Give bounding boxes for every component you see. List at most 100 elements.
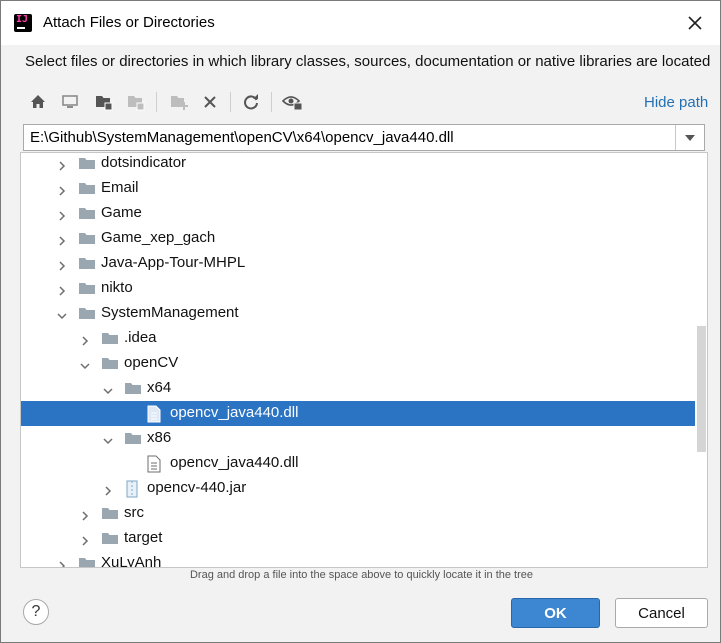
home-icon [31,95,45,108]
tree-item-label: target [124,529,163,546]
tree-item-label: opencv_java440.dll [170,404,299,421]
help-button[interactable]: ? [23,599,49,625]
tree-row[interactable]: openCV [21,351,695,376]
tree-item-label: .idea [124,329,157,346]
toolbar [19,86,711,120]
tree-item-label: x64 [147,379,172,396]
hide-path-link[interactable]: Hide path [644,94,708,111]
folder-icon [78,305,96,326]
cancel-button[interactable]: Cancel [615,598,708,628]
chevron-right-icon[interactable] [57,258,67,271]
show-hidden-button[interactable] [280,86,306,118]
folder-icon [124,430,142,451]
module-folder-button[interactable] [123,86,149,118]
folder-icon [78,255,96,276]
project-folder-button[interactable] [91,86,117,118]
delete-icon [204,96,216,108]
tree-row[interactable]: Java-App-Tour-MHPL [21,251,695,276]
tree-item-label: XuLyAnh [101,554,162,568]
toolbar-separator [271,92,272,112]
chevron-down-icon[interactable] [57,308,67,320]
tree-item-label: nikto [101,279,133,296]
tree-item-label: Game_xep_gach [101,229,216,246]
tree-row[interactable]: Game [21,201,695,226]
path-combobox[interactable] [23,124,705,151]
chevron-down-icon [685,134,695,141]
tree-item-label: opencv_java440.dll [170,454,299,471]
tree-row-file[interactable]: opencv_java440.dll [21,401,695,426]
chevron-right-icon[interactable] [80,533,90,546]
tree-row[interactable]: opencv-440.jar [21,476,695,501]
home-button[interactable] [25,86,51,118]
chevron-down-icon[interactable] [103,383,113,395]
tree-item-label: SystemManagement [101,304,239,321]
folder-icon [101,330,119,351]
chevron-right-icon[interactable] [57,183,67,196]
folder-icon [78,205,96,226]
tree-item-label: src [124,504,144,521]
desktop-icon [62,95,78,108]
tree-row[interactable]: XuLyAnh [21,551,695,568]
close-button[interactable] [684,12,706,34]
new-folder-icon [171,96,188,110]
file-tree[interactable]: XuLyAnh target src opencv-440.jar opencv_jav… [20,152,708,568]
tree-row[interactable]: x86 [21,426,695,451]
path-input[interactable] [30,127,670,147]
tree-item-label: Game [101,204,142,221]
delete-button[interactable] [197,86,223,118]
folder-icon [78,155,96,176]
tree-row[interactable]: Game_xep_gach [21,226,695,251]
folder-icon [101,505,119,526]
chevron-right-icon[interactable] [80,508,90,521]
folder-icon [78,280,96,301]
drag-drop-hint: Drag and drop a file into the space abov… [189,569,534,581]
chevron-down-icon[interactable] [80,358,90,370]
chevron-right-icon[interactable] [57,158,67,171]
tree-row[interactable]: src [21,501,695,526]
path-dropdown-button[interactable] [675,125,704,150]
chevron-right-icon[interactable] [57,233,67,246]
tree-row[interactable]: nikto [21,276,695,301]
chevron-right-icon[interactable] [57,208,67,221]
tree-item-label: Java-App-Tour-MHPL [101,254,246,271]
attach-files-dialog: IJ Attach Files or Directories Select fi… [0,0,721,643]
chevron-down-icon[interactable] [103,433,113,445]
folder-icon [78,180,96,201]
jar-archive-icon [124,480,140,503]
chevron-right-icon[interactable] [80,333,90,346]
tree-scrollbar[interactable] [696,153,707,567]
scrollbar-thumb[interactable] [697,326,706,452]
tree-item-label: Email [101,179,139,196]
refresh-icon [244,94,258,110]
project-folder-icon [96,96,113,111]
chevron-right-icon[interactable] [57,283,67,296]
folder-icon [101,355,119,376]
ok-button[interactable]: OK [511,598,600,628]
tree-row[interactable]: .idea [21,326,695,351]
toolbar-separator [156,92,157,112]
chevron-right-icon[interactable] [57,558,67,567]
folder-icon [101,530,119,551]
tree-row[interactable]: SystemManagement [21,301,695,326]
folder-icon [124,380,142,401]
tree-item-label: x86 [147,429,172,446]
tree-row[interactable]: x64 [21,376,695,401]
refresh-button[interactable] [238,86,264,118]
new-folder-button[interactable] [166,86,192,118]
tree-item-label: dotsindicator [101,154,187,171]
desktop-button[interactable] [57,86,83,118]
dialog-description: Select files or directories in which lib… [25,53,711,70]
toolbar-separator [230,92,231,112]
tree-row-file[interactable]: opencv_java440.dll [21,451,695,476]
folder-icon [78,555,96,567]
tree-item-label: openCV [124,354,179,371]
tree-item-label: opencv-440.jar [147,479,247,496]
close-icon [688,16,702,30]
tree-row[interactable]: dotsindicator [21,153,695,176]
file-icon [147,405,161,428]
chevron-right-icon[interactable] [103,483,113,496]
intellij-app-icon: IJ [14,14,32,32]
tree-row[interactable]: Email [21,176,695,201]
module-folder-icon [128,96,145,111]
tree-row[interactable]: target [21,526,695,551]
